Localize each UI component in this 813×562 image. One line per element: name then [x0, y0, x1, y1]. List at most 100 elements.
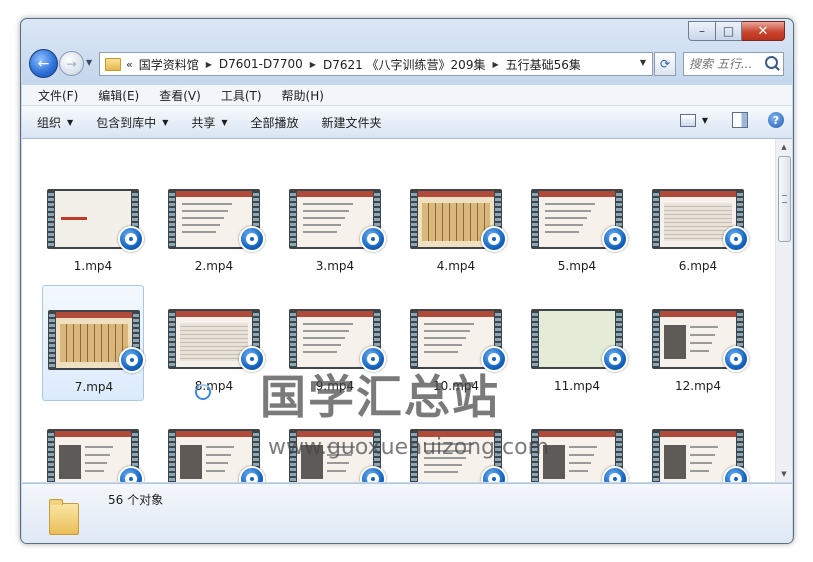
- menu-bar: 文件(F) 编辑(E) 查看(V) 工具(T) 帮助(H): [22, 85, 792, 106]
- address-bar[interactable]: « 国学资料馆 ▶ D7601-D7700 ▶ D7621 《八字训练营》209…: [99, 52, 653, 76]
- close-icon: ✕: [757, 23, 769, 39]
- share-button[interactable]: 共享 ▼: [183, 114, 235, 131]
- media-player-icon: [481, 466, 507, 482]
- film-reel-icon: [730, 353, 742, 365]
- media-player-icon: [360, 466, 386, 482]
- breadcrumb-item[interactable]: 国学资料馆: [139, 56, 199, 73]
- menu-view[interactable]: 查看(V): [151, 87, 209, 104]
- folder-icon: [105, 57, 121, 71]
- menu-file[interactable]: 文件(F): [30, 87, 86, 104]
- chevron-down-icon: ▼: [67, 117, 74, 127]
- change-view-icon[interactable]: [679, 113, 696, 127]
- breadcrumb-item[interactable]: D7621 《八字训练营》209集: [323, 56, 486, 73]
- close-button[interactable]: ✕: [742, 21, 785, 41]
- grip-icon: [782, 195, 787, 203]
- media-player-icon: [723, 226, 749, 252]
- refresh-icon: ⟳: [659, 57, 671, 71]
- breadcrumb-arrow-icon[interactable]: ▶: [492, 60, 498, 69]
- file-item[interactable]: 1.mp4: [42, 165, 144, 281]
- file-item[interactable]: 5.mp4: [526, 165, 628, 281]
- busy-indicator-icon: [195, 384, 211, 400]
- chevron-down-icon: ▼: [221, 117, 228, 127]
- media-player-icon: [118, 466, 144, 482]
- file-item[interactable]: [647, 405, 749, 482]
- explorer-window: – □ ✕ ← → ▼ « 国学资料馆 ▶ D7601-D7700 ▶ D762…: [20, 18, 794, 544]
- film-reel-icon: [246, 473, 258, 482]
- recent-pages-dropdown[interactable]: ▼: [86, 58, 92, 67]
- organize-button[interactable]: 组织 ▼: [29, 114, 81, 131]
- media-player-icon: [723, 346, 749, 372]
- menu-edit[interactable]: 编辑(E): [90, 87, 147, 104]
- new-folder-button[interactable]: 新建文件夹: [314, 114, 390, 131]
- forward-button[interactable]: →: [59, 51, 84, 76]
- watermark-url: www.guoxuehuizong.com: [268, 435, 550, 460]
- maximize-button[interactable]: □: [716, 21, 742, 41]
- search-icon[interactable]: [765, 56, 778, 69]
- film-reel-icon: [125, 473, 137, 482]
- watermark-title: 国学汇总站: [260, 370, 500, 424]
- search-input[interactable]: [689, 57, 759, 71]
- share-label: 共享: [191, 115, 216, 130]
- organize-label: 组织: [37, 115, 62, 130]
- scroll-down-icon[interactable]: ▼: [776, 466, 792, 482]
- file-item[interactable]: 12.mp4: [647, 285, 749, 401]
- breadcrumb: 国学资料馆 ▶ D7601-D7700 ▶ D7621 《八字训练营》209集 …: [139, 56, 581, 73]
- file-name: 5.mp4: [557, 259, 597, 273]
- breadcrumb-item[interactable]: D7601-D7700: [219, 57, 303, 71]
- file-item[interactable]: 3.mp4: [284, 165, 386, 281]
- details-pane: 56 个对象: [22, 483, 792, 543]
- play-all-button[interactable]: 全部播放: [243, 114, 307, 131]
- file-item[interactable]: 4.mp4: [405, 165, 507, 281]
- file-name: 6.mp4: [678, 259, 718, 273]
- menu-help[interactable]: 帮助(H): [274, 87, 332, 104]
- refresh-button[interactable]: ⟳: [654, 52, 676, 76]
- file-name: 1.mp4: [73, 259, 113, 273]
- film-reel-icon: [246, 233, 258, 245]
- toolbar-right-group: ▼ ?: [679, 112, 784, 128]
- file-name: 2.mp4: [194, 259, 234, 273]
- breadcrumb-arrow-icon[interactable]: ▶: [206, 60, 212, 69]
- film-reel-icon: [488, 233, 500, 245]
- breadcrumb-item[interactable]: 五行基础56集: [506, 56, 581, 73]
- media-player-icon: [723, 466, 749, 482]
- file-list-pane[interactable]: 1.mp4 2.mp4 3.mp4 4.mp4 5.mp4 6.mp4 7.mp4 8.mp4…: [22, 139, 792, 482]
- file-item[interactable]: 11.mp4: [526, 285, 628, 401]
- media-player-icon: [118, 226, 144, 252]
- forward-arrow-icon: →: [66, 56, 77, 71]
- file-item[interactable]: [163, 405, 265, 482]
- chevron-down-icon[interactable]: ▼: [702, 116, 708, 125]
- back-arrow-icon: ←: [37, 55, 50, 72]
- menu-tools[interactable]: 工具(T): [213, 87, 270, 104]
- scroll-up-icon[interactable]: ▲: [776, 139, 792, 155]
- navigation-row: ← → ▼ « 国学资料馆 ▶ D7601-D7700 ▶ D7621 《八字训…: [21, 47, 793, 81]
- address-overflow-chevron[interactable]: «: [126, 58, 133, 71]
- minimize-button[interactable]: –: [688, 21, 716, 41]
- film-reel-icon: [730, 473, 742, 482]
- file-item[interactable]: [42, 405, 144, 482]
- vertical-scrollbar[interactable]: ▲ ▼: [775, 139, 792, 482]
- file-item[interactable]: 8.mp4: [163, 285, 265, 401]
- film-reel-icon: [609, 233, 621, 245]
- caption-buttons: – □ ✕: [688, 21, 785, 41]
- folder-icon: [49, 499, 79, 535]
- preview-pane-icon[interactable]: [732, 112, 748, 128]
- address-dropdown-icon[interactable]: ▼: [640, 58, 646, 67]
- file-name: 8.mp4: [194, 379, 234, 393]
- file-name: 3.mp4: [315, 259, 355, 273]
- chevron-down-icon: ▼: [162, 117, 169, 127]
- media-player-icon: [602, 226, 628, 252]
- file-name: 7.mp4: [74, 380, 114, 394]
- file-item[interactable]: 2.mp4: [163, 165, 265, 281]
- scrollbar-thumb[interactable]: [778, 156, 791, 242]
- search-box: [683, 52, 784, 76]
- film-reel-icon: [125, 233, 137, 245]
- film-reel-icon: [246, 353, 258, 365]
- breadcrumb-arrow-icon[interactable]: ▶: [310, 60, 316, 69]
- include-in-library-button[interactable]: 包含到库中 ▼: [88, 114, 176, 131]
- file-item[interactable]: 7.mp4: [42, 285, 145, 401]
- maximize-icon: □: [722, 24, 735, 38]
- back-button[interactable]: ←: [29, 49, 58, 78]
- film-reel-icon: [367, 233, 379, 245]
- help-icon[interactable]: ?: [768, 112, 784, 128]
- file-item[interactable]: 6.mp4: [647, 165, 749, 281]
